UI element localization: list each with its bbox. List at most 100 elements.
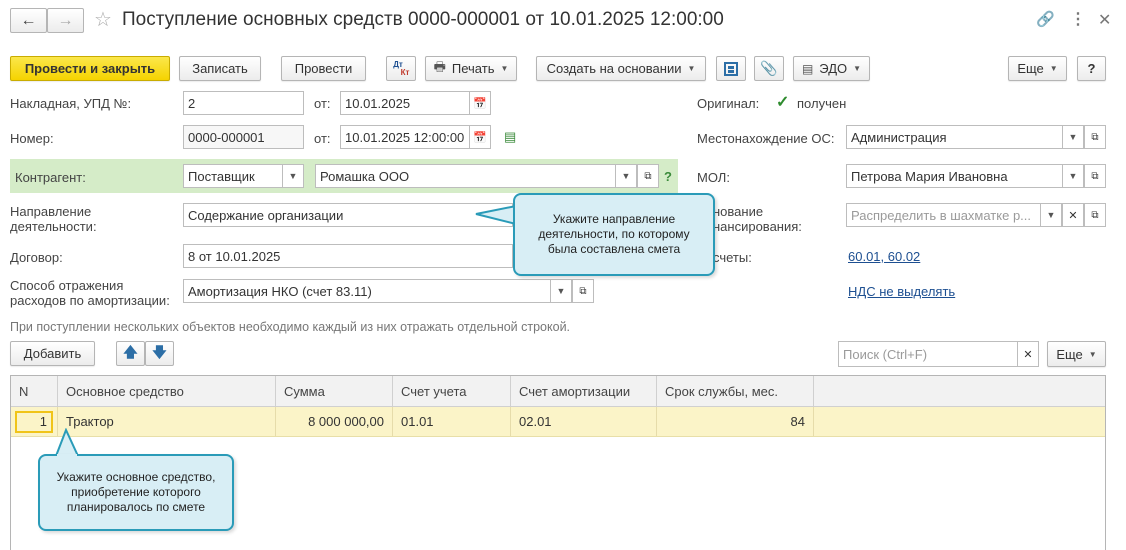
- original-value: получен: [797, 96, 847, 111]
- window-title: Поступление основных средств 0000-000001…: [122, 9, 724, 30]
- more-label: Еще: [1017, 61, 1044, 76]
- invoice-number-field[interactable]: 2: [183, 91, 304, 115]
- amortization-open-button[interactable]: ⧉: [572, 279, 594, 303]
- direction-label-2: деятельности:: [10, 219, 97, 234]
- funding-field[interactable]: Распределить в шахматке р... ▼: [846, 203, 1062, 227]
- funding-open-button[interactable]: ⧉: [1084, 203, 1106, 227]
- location-open-button[interactable]: ⧉: [1084, 125, 1106, 149]
- attach-button[interactable]: 📎: [754, 56, 784, 81]
- column-header-account[interactable]: Счет учета: [393, 376, 511, 407]
- funding-placeholder: Распределить в шахматке р...: [851, 207, 1032, 223]
- location-field[interactable]: Администрация ▼: [846, 125, 1084, 149]
- column-header-service-life[interactable]: Срок службы, мес.: [657, 376, 814, 407]
- chevron-down-icon: ▼: [687, 64, 696, 73]
- paperclip-icon: 📎: [760, 60, 778, 76]
- contract-value: 8 от 10.01.2025: [188, 248, 281, 264]
- printer-icon: 🖶: [433, 58, 446, 74]
- chevron-down-icon: ▼: [500, 64, 509, 73]
- vat-link[interactable]: НДС не выделять: [848, 284, 955, 299]
- original-checkbox[interactable]: ✓: [776, 92, 789, 112]
- asset-callout-pointer-mask: [57, 454, 77, 457]
- invoice-date-field[interactable]: 10.01.2025 📅: [340, 91, 491, 115]
- counterparty-type-field[interactable]: Поставщик ▼: [183, 164, 304, 188]
- move-down-button[interactable]: 🡇: [145, 341, 174, 366]
- doc-datetime-value: 10.01.2025 12:00:00: [345, 129, 465, 145]
- column-header-n[interactable]: N: [11, 376, 58, 407]
- chevron-down-icon[interactable]: ▼: [615, 165, 636, 187]
- location-label: Местонахождение ОС:: [697, 131, 835, 146]
- help-button[interactable]: ?: [1077, 56, 1106, 81]
- link-icon[interactable]: 🔗: [1036, 10, 1055, 28]
- print-label: Печать: [451, 61, 495, 76]
- amortization-field[interactable]: Амортизация НКО (счет 83.11) ▼: [183, 279, 572, 303]
- invoice-date-label: от:: [314, 96, 331, 111]
- cell-amortization-account[interactable]: 02.01: [511, 407, 657, 436]
- cell-n-value: 1: [15, 410, 53, 433]
- asset-callout: Укажите основное средство, приобретение …: [38, 454, 234, 531]
- mol-value: Петрова Мария Ивановна: [851, 168, 1008, 184]
- search-clear-button[interactable]: ✕: [1017, 341, 1039, 367]
- table-row[interactable]: 1 Трактор 8 000 000,00 01.01 02.01 84: [11, 407, 1105, 437]
- create-based-on-button[interactable]: Создать на основании ▼: [536, 56, 706, 81]
- table-more-button[interactable]: Еще ▼: [1047, 341, 1106, 367]
- column-header-sum[interactable]: Сумма: [276, 376, 393, 407]
- mol-label: МОЛ:: [697, 170, 730, 185]
- calendar-icon[interactable]: 📅: [469, 126, 490, 148]
- cell-asset[interactable]: Трактор: [58, 407, 276, 436]
- move-up-button[interactable]: 🡅: [116, 341, 145, 366]
- chevron-down-icon[interactable]: ▼: [1062, 165, 1083, 187]
- document-status-icon[interactable]: ▤: [504, 129, 516, 145]
- dtkt-button[interactable]: Дт Кт: [386, 56, 416, 81]
- cell-account[interactable]: 01.01: [393, 407, 511, 436]
- forward-button[interactable]: →: [47, 8, 84, 33]
- search-input[interactable]: Поиск (Ctrl+F): [838, 341, 1018, 367]
- cell-n[interactable]: 1: [11, 407, 58, 436]
- counterparty-open-button[interactable]: ⧉: [637, 164, 659, 188]
- more-button[interactable]: Еще ▼: [1008, 56, 1067, 81]
- chevron-down-icon[interactable]: ▼: [282, 165, 303, 187]
- contract-field[interactable]: 8 от 10.01.2025: [183, 244, 513, 268]
- kebab-menu-icon[interactable]: ⋮: [1070, 9, 1086, 29]
- print-button[interactable]: 🖶 Печать ▼: [425, 56, 517, 81]
- mol-open-button[interactable]: ⧉: [1084, 164, 1106, 188]
- add-row-button[interactable]: Добавить: [10, 341, 95, 366]
- accounts-link[interactable]: 60.01, 60.02: [848, 249, 920, 264]
- save-button[interactable]: Записать: [179, 56, 261, 81]
- chevron-down-icon[interactable]: ▼: [1040, 204, 1061, 226]
- direction-field[interactable]: Содержание организации: [183, 203, 513, 227]
- favorite-star-icon[interactable]: ☆: [94, 8, 112, 32]
- hint-text: При поступлении нескольких объектов необ…: [10, 320, 571, 334]
- accounts-label: счеты:: [713, 250, 752, 265]
- structure-button[interactable]: [716, 56, 746, 81]
- amortization-label-2: расходов по амортизации:: [10, 293, 170, 308]
- location-value: Администрация: [851, 129, 947, 145]
- create-based-on-label: Создать на основании: [546, 61, 682, 76]
- chevron-down-icon[interactable]: ▼: [550, 280, 571, 302]
- counterparty-field[interactable]: Ромашка ООО ▼: [315, 164, 637, 188]
- doc-datetime-field[interactable]: 10.01.2025 12:00:00 📅: [340, 125, 491, 149]
- chevron-down-icon[interactable]: ▼: [1062, 126, 1083, 148]
- funding-clear-button[interactable]: ✕: [1062, 203, 1084, 227]
- structure-icon: [724, 61, 738, 76]
- post-and-close-button[interactable]: Провести и закрыть: [10, 56, 170, 81]
- contract-label: Договор:: [10, 250, 63, 265]
- cell-service-life[interactable]: 84: [657, 407, 814, 436]
- column-header-amortization-account[interactable]: Счет амортизации: [511, 376, 657, 407]
- counterparty-help-icon[interactable]: ?: [664, 169, 672, 184]
- post-button[interactable]: Провести: [281, 56, 366, 81]
- arrow-down-icon: 🡇: [152, 343, 167, 360]
- calendar-icon[interactable]: 📅: [469, 92, 490, 114]
- edo-button[interactable]: ▤ ЭДО ▼: [793, 56, 870, 81]
- direction-label-1: Направление: [10, 204, 92, 219]
- counterparty-type-value: Поставщик: [188, 168, 255, 184]
- table-more-label: Еще: [1056, 346, 1083, 362]
- invoice-label: Накладная, УПД №:: [10, 96, 132, 111]
- number-field[interactable]: 0000-000001: [183, 125, 304, 149]
- close-icon[interactable]: ✕: [1098, 10, 1111, 30]
- chevron-down-icon: ▼: [1049, 64, 1058, 73]
- column-header-asset[interactable]: Основное средство: [58, 376, 276, 407]
- back-button[interactable]: ←: [10, 8, 47, 33]
- cell-sum[interactable]: 8 000 000,00: [276, 407, 393, 436]
- mol-field[interactable]: Петрова Мария Ивановна ▼: [846, 164, 1084, 188]
- dtkt-icon-bottom: Кт: [400, 67, 410, 77]
